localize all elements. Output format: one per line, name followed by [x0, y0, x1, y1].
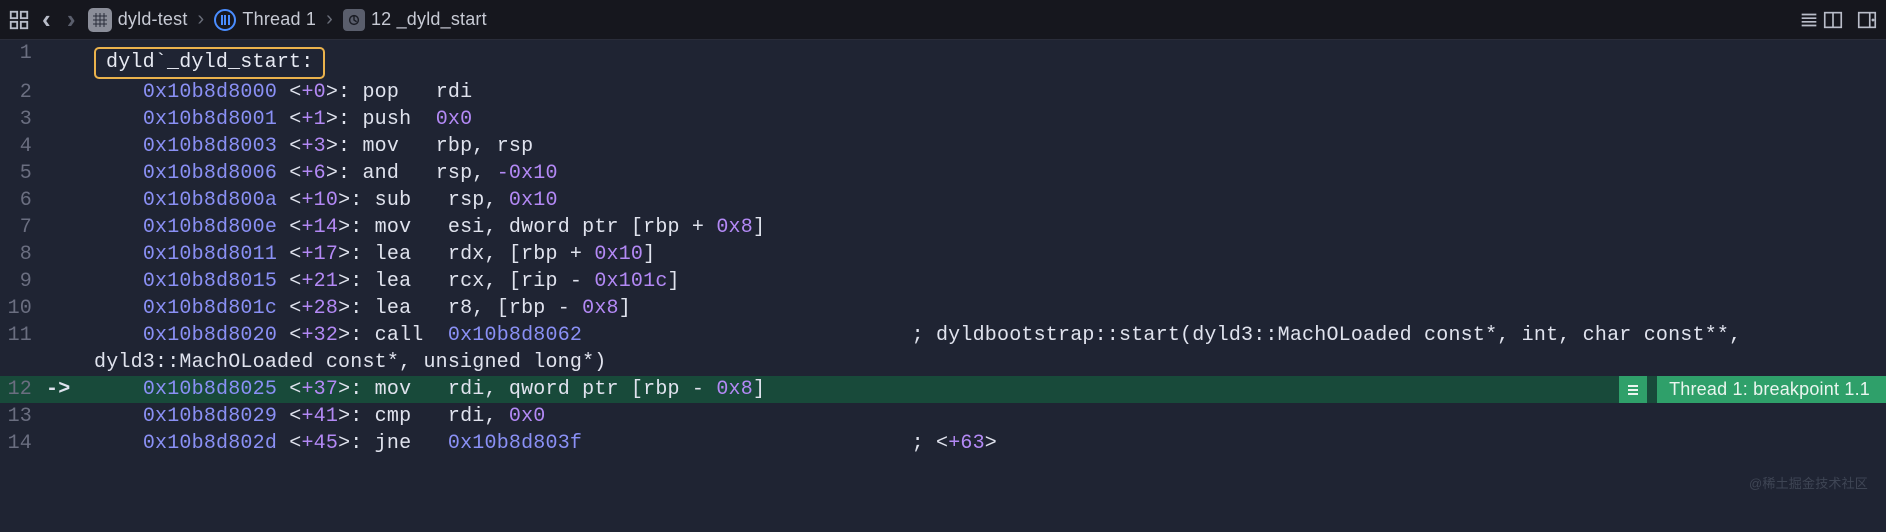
code-content: 0x10b8d800e <+14>: mov esi, dword ptr [r…: [76, 214, 1886, 241]
thread-icon: [214, 9, 236, 31]
breadcrumb-label: Thread 1: [242, 9, 316, 30]
code-content: 0x10b8d8000 <+0>: pop rdi: [76, 79, 1886, 106]
breadcrumb-thread[interactable]: Thread 1: [214, 9, 316, 31]
code-content: 0x10b8d802d <+45>: jne 0x10b8d803f ; <+6…: [76, 430, 1886, 457]
code-row[interactable]: 10 0x10b8d801c <+28>: lea r8, [rbp - 0x8…: [0, 295, 1886, 322]
related-items-icon[interactable]: [8, 9, 30, 31]
nav-back-button[interactable]: ‹: [38, 4, 55, 35]
code-content: 0x10b8d801c <+28>: lea r8, [rbp - 0x8]: [76, 295, 1886, 322]
code-row[interactable]: 6 0x10b8d800a <+10>: sub rsp, 0x10: [0, 187, 1886, 214]
code-row[interactable]: 14 0x10b8d802d <+45>: jne 0x10b8d803f ; …: [0, 430, 1886, 457]
breakpoint-menu-icon[interactable]: [1619, 376, 1647, 403]
line-number: 12: [0, 376, 40, 403]
code-content: 0x10b8d8020 <+32>: call 0x10b8d8062 ; dy…: [76, 322, 1886, 376]
line-number: 5: [0, 160, 40, 187]
breadcrumb-frame[interactable]: 12 _dyld_start: [343, 9, 487, 31]
split-icon: [1822, 9, 1844, 31]
frame-icon: [343, 9, 365, 31]
line-number: 4: [0, 133, 40, 160]
line-number: 14: [0, 430, 40, 457]
code-content: dyld`_dyld_start:: [76, 40, 1886, 79]
code-row[interactable]: 12-> 0x10b8d8025 <+37>: mov rdi, qword p…: [0, 376, 1886, 403]
code-content: 0x10b8d800a <+10>: sub rsp, 0x10: [76, 187, 1886, 214]
breakpoint-badge[interactable]: Thread 1: breakpoint 1.1: [1619, 376, 1886, 403]
breadcrumb-label: 12 _dyld_start: [371, 9, 487, 30]
jump-bar: ‹ › dyld-test › Thread 1 › 12 _dyld_star…: [0, 0, 1886, 40]
code-content: 0x10b8d8006 <+6>: and rsp, -0x10: [76, 160, 1886, 187]
code-row[interactable]: 4 0x10b8d8003 <+3>: mov rbp, rsp: [0, 133, 1886, 160]
code-content: 0x10b8d8029 <+41>: cmp rdi, 0x0: [76, 403, 1886, 430]
code-row[interactable]: 1 dyld`_dyld_start:: [0, 40, 1886, 79]
line-number: 2: [0, 79, 40, 106]
code-content: 0x10b8d8001 <+1>: push 0x0: [76, 106, 1886, 133]
code-row[interactable]: 13 0x10b8d8029 <+41>: cmp rdi, 0x0: [0, 403, 1886, 430]
disassembly-editor[interactable]: 1dyld`_dyld_start:2 0x10b8d8000 <+0>: po…: [0, 40, 1886, 457]
code-content: 0x10b8d8003 <+3>: mov rbp, rsp: [76, 133, 1886, 160]
watermark: @稀土掘金技术社区: [1749, 473, 1868, 492]
code-row[interactable]: 8 0x10b8d8011 <+17>: lea rdx, [rbp + 0x1…: [0, 241, 1886, 268]
breadcrumb-target[interactable]: dyld-test: [88, 8, 188, 32]
editor-layout-buttons[interactable]: [1798, 9, 1844, 31]
line-number: 7: [0, 214, 40, 241]
code-content: 0x10b8d8015 <+21>: lea rcx, [rip - 0x101…: [76, 268, 1886, 295]
code-row[interactable]: 3 0x10b8d8001 <+1>: push 0x0: [0, 106, 1886, 133]
code-row[interactable]: 7 0x10b8d800e <+14>: mov esi, dword ptr …: [0, 214, 1886, 241]
pc-arrow: ->: [40, 376, 76, 403]
line-number: 13: [0, 403, 40, 430]
code-row[interactable]: 2 0x10b8d8000 <+0>: pop rdi: [0, 79, 1886, 106]
line-number: 6: [0, 187, 40, 214]
line-number: 9: [0, 268, 40, 295]
add-panel-button[interactable]: [1856, 9, 1878, 31]
code-content: 0x10b8d8011 <+17>: lea rdx, [rbp + 0x10]: [76, 241, 1886, 268]
breadcrumb-sep: ›: [324, 8, 335, 31]
line-number: 1: [0, 40, 40, 67]
code-content: 0x10b8d8025 <+37>: mov rdi, qword ptr [r…: [76, 376, 1619, 403]
nav-forward-button: ›: [63, 4, 80, 35]
function-label: dyld`_dyld_start:: [94, 47, 325, 79]
code-row[interactable]: 9 0x10b8d8015 <+21>: lea rcx, [rip - 0x1…: [0, 268, 1886, 295]
breakpoint-label: Thread 1: breakpoint 1.1: [1657, 376, 1886, 403]
line-number: 10: [0, 295, 40, 322]
breadcrumb-label: dyld-test: [118, 9, 188, 30]
code-row[interactable]: 11 0x10b8d8020 <+32>: call 0x10b8d8062 ;…: [0, 322, 1886, 376]
breadcrumb-sep: ›: [196, 8, 207, 31]
line-number: 11: [0, 322, 40, 349]
line-number: 8: [0, 241, 40, 268]
lines-icon: [1798, 9, 1820, 31]
code-row[interactable]: 5 0x10b8d8006 <+6>: and rsp, -0x10: [0, 160, 1886, 187]
line-number: 3: [0, 106, 40, 133]
target-icon: [88, 8, 112, 32]
